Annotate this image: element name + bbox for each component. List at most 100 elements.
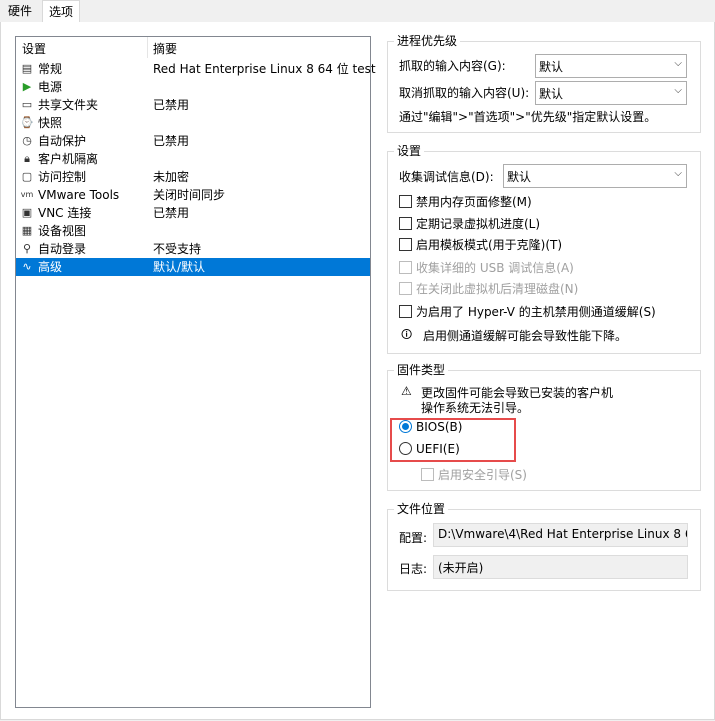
bios-radio[interactable]: BIOS(B) xyxy=(399,420,462,434)
dropdown-value: 默认 xyxy=(539,60,564,74)
log-progress-checkbox[interactable]: 定期记录虚拟机进度(L) xyxy=(399,215,540,232)
lock-icon: 🔒︎ xyxy=(24,152,30,165)
list-item-isolation[interactable]: 🔒︎ 客户机隔离 xyxy=(16,150,370,168)
side-channel-info: 启用侧通道缓解可能会导致性能下降。 xyxy=(423,329,628,343)
group-title: 固件类型 xyxy=(394,362,449,378)
template-mode-checkbox[interactable]: 启用模板模式(用于克隆)(T) xyxy=(399,236,562,253)
uefi-radio[interactable]: UEFI(E) xyxy=(399,442,460,456)
checkbox-box xyxy=(399,238,412,251)
checkbox-label: 启用安全引导(S) xyxy=(438,468,527,482)
tab-hardware[interactable]: 硬件 xyxy=(2,2,38,21)
list-item-shared-folders[interactable]: ▭ 共享文件夹 已禁用 xyxy=(16,96,370,114)
list-item-summary: 不受支持 xyxy=(153,242,202,256)
list-item-name: VMware Tools xyxy=(38,188,120,202)
list-item-summary: 关闭时间同步 xyxy=(153,188,226,202)
list-item-general[interactable]: ▤ 常规 Red Hat Enterprise Linux 8 64 位 tes… xyxy=(16,60,376,78)
firmware-warning-line2: 操作系统无法引导。 xyxy=(421,401,530,415)
general-icon: ▤ xyxy=(21,62,33,75)
list-item-summary: 默认/默认 xyxy=(153,260,206,274)
list-item-access-control[interactable]: ▢ 访问控制 未加密 xyxy=(16,168,370,186)
list-item-name: 自动登录 xyxy=(38,242,87,256)
grab-input-label: 抓取的输入内容(G): xyxy=(399,59,506,73)
field-value: D:\Vmware\4\Red Hat Enterprise Linux 8 6… xyxy=(438,527,688,541)
autologin-icon: ⚲ xyxy=(22,242,32,255)
chevron-down-icon: ⌵ xyxy=(674,85,682,96)
secure-boot-checkbox[interactable]: 启用安全引导(S) xyxy=(421,466,527,483)
dropdown-value: 默认 xyxy=(539,87,564,101)
checkbox-label: 定期记录虚拟机进度(L) xyxy=(416,217,541,231)
list-item-name: 电源 xyxy=(38,80,63,94)
list-item-summary: 已禁用 xyxy=(153,206,190,220)
radio-indicator xyxy=(399,420,412,433)
list-item-name: 快照 xyxy=(38,116,63,130)
list-item-name: 常规 xyxy=(38,62,63,76)
snapshot-icon: ⌚ xyxy=(20,116,34,129)
tab-options[interactable]: 选项 xyxy=(42,0,81,24)
checkbox-label: 收集详细的 USB 调试信息(A) xyxy=(416,261,574,275)
column-header-settings[interactable]: 设置 xyxy=(22,40,46,57)
radio-indicator xyxy=(399,442,412,455)
list-item-name: 共享文件夹 xyxy=(38,98,99,112)
hyperv-side-channel-checkbox[interactable]: 为启用了 Hyper-V 的主机禁用侧通道缓解(S) xyxy=(399,303,656,320)
checkbox-label: 禁用内存页面修整(M) xyxy=(416,195,532,209)
checkbox-label: 在关闭此虚拟机后清理磁盘(N) xyxy=(416,282,579,296)
debug-info-dropdown[interactable]: 默认 ⌵ xyxy=(503,164,687,188)
checkbox-box xyxy=(399,305,412,318)
device-view-icon: ▦ xyxy=(21,224,33,237)
list-item-snapshot[interactable]: ⌚ 快照 xyxy=(16,114,370,132)
checkbox-label: 启用模板模式(用于克隆)(T) xyxy=(416,238,563,252)
checkbox-box xyxy=(421,468,434,481)
group-title: 设置 xyxy=(394,143,425,159)
field-value: (未开启) xyxy=(438,561,484,575)
warning-icon: ⚠ xyxy=(401,384,412,398)
chevron-down-icon: ⌵ xyxy=(674,168,682,179)
list-item-summary: 已禁用 xyxy=(153,134,190,148)
vnc-icon: ▣ xyxy=(21,206,33,219)
grab-input-dropdown[interactable]: 默认 ⌵ xyxy=(535,54,687,78)
column-divider[interactable] xyxy=(147,37,148,58)
list-item-autologin[interactable]: ⚲ 自动登录 不受支持 xyxy=(16,240,370,258)
dropdown-value: 默认 xyxy=(507,170,532,184)
list-item-summary: Red Hat Enterprise Linux 8 64 位 test xyxy=(153,62,376,76)
autoprotect-icon: ◷ xyxy=(22,134,32,147)
list-header: 设置 摘要 xyxy=(16,37,370,59)
list-item-advanced[interactable]: ∿ 高级 默认/默认 xyxy=(16,258,370,276)
checkbox-box xyxy=(399,282,412,295)
group-title: 进程优先级 xyxy=(394,33,461,49)
config-path-field[interactable]: D:\Vmware\4\Red Hat Enterprise Linux 8 6… xyxy=(433,523,688,547)
list-item-vnc[interactable]: ▣ VNC 连接 已禁用 xyxy=(16,204,370,222)
list-item-summary: 未加密 xyxy=(153,170,190,184)
clean-disk-checkbox[interactable]: 在关闭此虚拟机后清理磁盘(N) xyxy=(399,280,578,297)
disable-memory-trim-checkbox[interactable]: 禁用内存页面修整(M) xyxy=(399,193,532,210)
list-item-autoprotect[interactable]: ◷ 自动保护 已禁用 xyxy=(16,132,370,150)
list-item-name: 访问控制 xyxy=(38,170,87,184)
usb-debug-checkbox[interactable]: 收集详细的 USB 调试信息(A) xyxy=(399,259,574,276)
shared-folders-icon: ▭ xyxy=(21,98,33,111)
list-item-name: 高级 xyxy=(38,260,63,274)
log-path-field[interactable]: (未开启) xyxy=(433,555,688,579)
list-item-name: VNC 连接 xyxy=(38,206,92,220)
list-item-power[interactable]: ▶ 电源 xyxy=(16,78,370,96)
list-item-device-view[interactable]: ▦ 设备视图 xyxy=(16,222,370,240)
info-icon: 🛈︎ xyxy=(401,328,413,341)
advanced-icon: ∿ xyxy=(22,260,32,273)
ungrab-input-dropdown[interactable]: 默认 ⌵ xyxy=(535,81,687,105)
config-label: 配置: xyxy=(399,531,428,545)
chevron-down-icon: ⌵ xyxy=(674,58,682,69)
list-item-name: 自动保护 xyxy=(38,134,87,148)
checkbox-label: 为启用了 Hyper-V 的主机禁用侧通道缓解(S) xyxy=(416,305,656,319)
tab-bar: 硬件 选项 xyxy=(0,0,715,24)
list-item-name: 客户机隔离 xyxy=(38,152,99,166)
radio-label: UEFI(E) xyxy=(416,442,460,456)
log-label: 日志: xyxy=(399,562,428,576)
checkbox-box xyxy=(399,195,412,208)
vmware-tools-icon: vm xyxy=(20,190,34,199)
checkbox-box xyxy=(399,261,412,274)
access-control-icon: ▢ xyxy=(21,170,33,183)
debug-info-label: 收集调试信息(D): xyxy=(399,170,494,184)
list-item-vmware-tools[interactable]: vm VMware Tools 关闭时间同步 xyxy=(16,186,370,204)
ungrab-input-label: 取消抓取的输入内容(U): xyxy=(399,86,530,100)
checkbox-box xyxy=(399,217,412,230)
radio-label: BIOS(B) xyxy=(416,420,463,434)
column-header-summary[interactable]: 摘要 xyxy=(153,40,177,57)
